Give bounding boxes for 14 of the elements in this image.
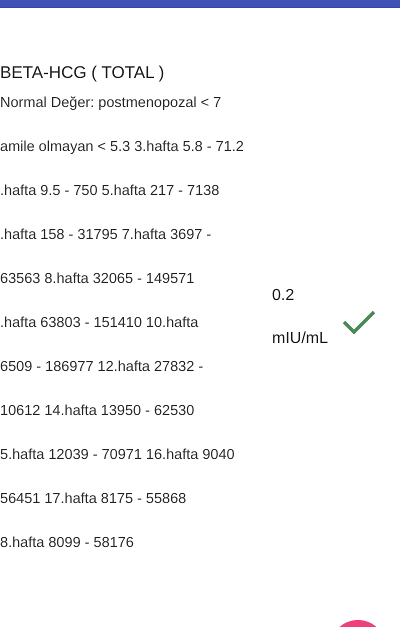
reference-range-text: .hafta 63803 - 151410 10.hafta <box>0 314 200 333</box>
reference-range-text: 6509 - 186977 12.hafta 27832 - <box>0 358 204 377</box>
reference-range-text: 63563 8.hafta 32065 - 149571 <box>0 270 196 289</box>
result-value: 0.2 <box>272 286 296 306</box>
reference-range-text: 56451 17.hafta 8175 - 55868 <box>0 490 188 509</box>
reference-range-text: amile olmayan < 5.3 3.hafta 5.8 - 71.2 <box>0 138 245 157</box>
reference-range-text: 10612 14.hafta 13950 - 62530 <box>0 402 196 421</box>
test-title: BETA-HCG ( TOTAL ) <box>0 62 166 84</box>
reference-range-text: .hafta 9.5 - 750 5.hafta 217 - 7138 <box>0 182 220 201</box>
reference-range-text: 5.hafta 12039 - 70971 16.hafta 9040 <box>0 446 236 465</box>
reference-range-text: .hafta 158 - 31795 7.hafta 3697 - <box>0 226 212 245</box>
result-unit: mIU/mL <box>272 329 328 349</box>
reference-range-text: Normal Değer: postmenopozal < 7 <box>0 94 222 113</box>
reference-range-text: 8.hafta 8099 - 58176 <box>0 534 135 553</box>
